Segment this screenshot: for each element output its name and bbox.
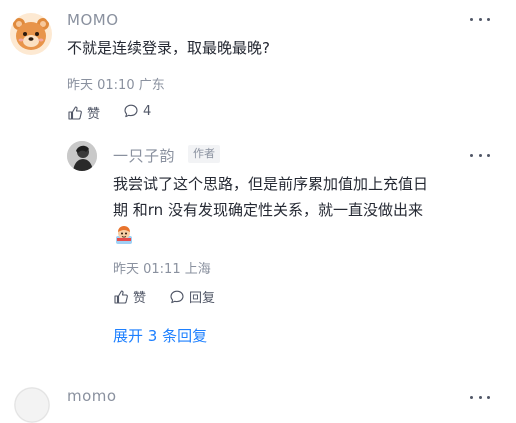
- reply-text-line: 期 和rn 没有发现确定性关系，就一直没做出来: [113, 201, 423, 219]
- more-dots-icon[interactable]: [470, 15, 490, 23]
- sticker-emoji-icon: [113, 224, 135, 246]
- reply-count: 4: [143, 103, 152, 119]
- reply-reply-button[interactable]: 回复: [169, 287, 215, 306]
- next-comment-username[interactable]: momo: [67, 387, 117, 405]
- comment-username[interactable]: MOMO: [67, 11, 119, 29]
- like-label: 赞: [133, 291, 147, 306]
- like-label: 赞: [87, 107, 101, 122]
- more-dots-icon[interactable]: [470, 151, 490, 159]
- thumbs-up-icon: [114, 289, 128, 304]
- author-avatar-icon: [67, 141, 97, 171]
- thumbs-up-icon: [68, 105, 82, 120]
- reply-count-button[interactable]: 4: [123, 103, 151, 119]
- reply-text: 我尝试了这个思路，但是前序累加值加上充值日 期 和rn 没有发现确定性关系，就一…: [113, 171, 493, 223]
- reply-label: 回复: [189, 291, 216, 306]
- comment-bubble-icon: [124, 104, 138, 118]
- comment-text: 不就是连续登录，取最晚最晚?: [67, 39, 270, 57]
- reply-meta: 昨天 01:11 上海: [113, 258, 211, 277]
- comment-location: 广东: [138, 78, 165, 93]
- comment-bubble-icon: [170, 290, 184, 303]
- author-badge: 作者: [188, 145, 220, 163]
- reply-text-line: 我尝试了这个思路，但是前序累加值加上充值日: [113, 175, 429, 193]
- comment-meta: 昨天 01:10 广东: [67, 74, 165, 93]
- avatar-next-comment[interactable]: [14, 387, 50, 423]
- reply-location: 上海: [184, 262, 211, 277]
- bear-avatar-icon: [13, 18, 49, 50]
- reply-like-button[interactable]: 赞: [113, 287, 146, 306]
- next-avatar-icon: [14, 387, 50, 423]
- reply-username[interactable]: 一只子韵: [113, 145, 175, 166]
- avatar-author[interactable]: [67, 141, 97, 171]
- like-button[interactable]: 赞: [67, 103, 100, 122]
- avatar-momo[interactable]: [10, 13, 52, 55]
- expand-replies-link[interactable]: 展开 3 条回复: [113, 325, 207, 346]
- reply-time: 昨天 01:11: [113, 262, 181, 277]
- comment-time: 昨天 01:10: [67, 78, 135, 93]
